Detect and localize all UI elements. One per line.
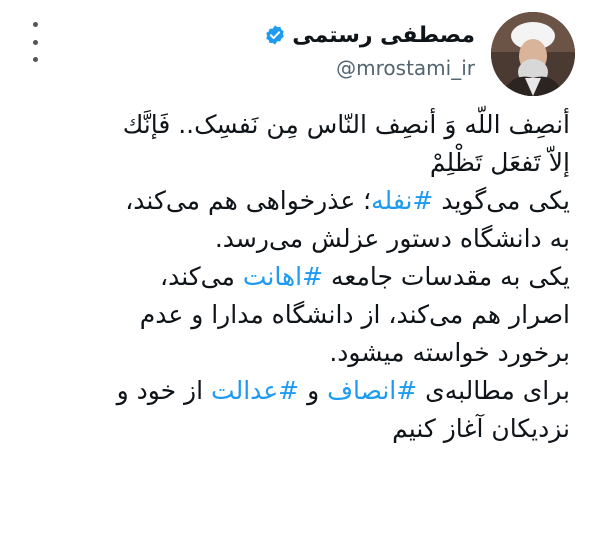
tweet-text-segment: نزدیکان آغاز کنیم [392, 414, 570, 443]
tweet-text-segment: إلاّ تَفعَل تَظْلِمْ [429, 148, 570, 177]
dot [32, 39, 38, 45]
tweet-header: مصطفی رستمی @mrostami_ir [20, 12, 575, 98]
dot [32, 57, 38, 62]
tweet-line: أنصِف اللّه وَ أنصِف النّاس مِن نَفسِک..… [22, 106, 570, 144]
tweet-text-segment: یکی به مقدسات جامعه [323, 262, 570, 291]
tweet-line: إلاّ تَفعَل تَظْلِمْ [22, 144, 570, 182]
tweet-text-segment: ؛ عذرخواهی هم می‌کند، [125, 186, 372, 215]
verified-badge-icon [266, 25, 284, 45]
hashtag-link[interactable]: #نفله [371, 186, 433, 215]
tweet-text-segment: برخورد خواسته میشود. [329, 338, 570, 367]
tweet-line: اصرار هم می‌کند، از دانشگاه مدارا و عدم [22, 296, 570, 334]
dot [32, 22, 38, 27]
tweet-text-segment: اصرار هم می‌کند، از دانشگاه مدارا و عدم [139, 300, 570, 329]
tweet-text-segment: و [299, 376, 328, 405]
avatar[interactable] [491, 12, 575, 96]
hashtag-link[interactable]: #عدالت [211, 376, 299, 405]
tweet-text-segment: می‌کند، [160, 262, 243, 291]
tweet-text-segment: برای مطالبه‌ی [417, 376, 570, 405]
tweet-text: أنصِف اللّه وَ أنصِف النّاس مِن نَفسِک..… [22, 106, 570, 448]
tweet-line: برخورد خواسته میشود. [22, 334, 570, 372]
name-row: مصطفی رستمی [264, 18, 475, 52]
tweet-line: یکی به مقدسات جامعه #اهانت می‌کند، [22, 258, 570, 296]
tweet-text-segment: یکی می‌گوید [433, 186, 570, 215]
author-handle[interactable]: @mrostami_ir [264, 56, 475, 80]
tweet-line: به دانشگاه دستور عزلش می‌رسد. [22, 220, 570, 258]
hashtag-link[interactable]: #انصاف [327, 376, 417, 405]
tweet-line: یکی می‌گوید #نفله؛ عذرخواهی هم می‌کند، [22, 182, 570, 220]
hashtag-link[interactable]: #اهانت [243, 262, 323, 291]
more-options-icon[interactable] [28, 22, 42, 62]
tweet-line: برای مطالبه‌ی #انصاف و #عدالت از خود و [22, 372, 570, 410]
tweet-text-segment: أنصِف اللّه وَ أنصِف النّاس مِن نَفسِک..… [122, 110, 570, 139]
tweet-line: نزدیکان آغاز کنیم [22, 410, 570, 448]
avatar-image [491, 12, 575, 96]
tweet-card: مصطفی رستمی @mrostami_ir أنصِف اللّه وَ … [0, 0, 600, 550]
author-identity: مصطفی رستمی @mrostami_ir [264, 18, 475, 80]
tweet-text-segment: از خود و [116, 376, 212, 405]
author-name[interactable]: مصطفی رستمی [292, 23, 475, 48]
tweet-text-segment: به دانشگاه دستور عزلش می‌رسد. [214, 224, 570, 253]
